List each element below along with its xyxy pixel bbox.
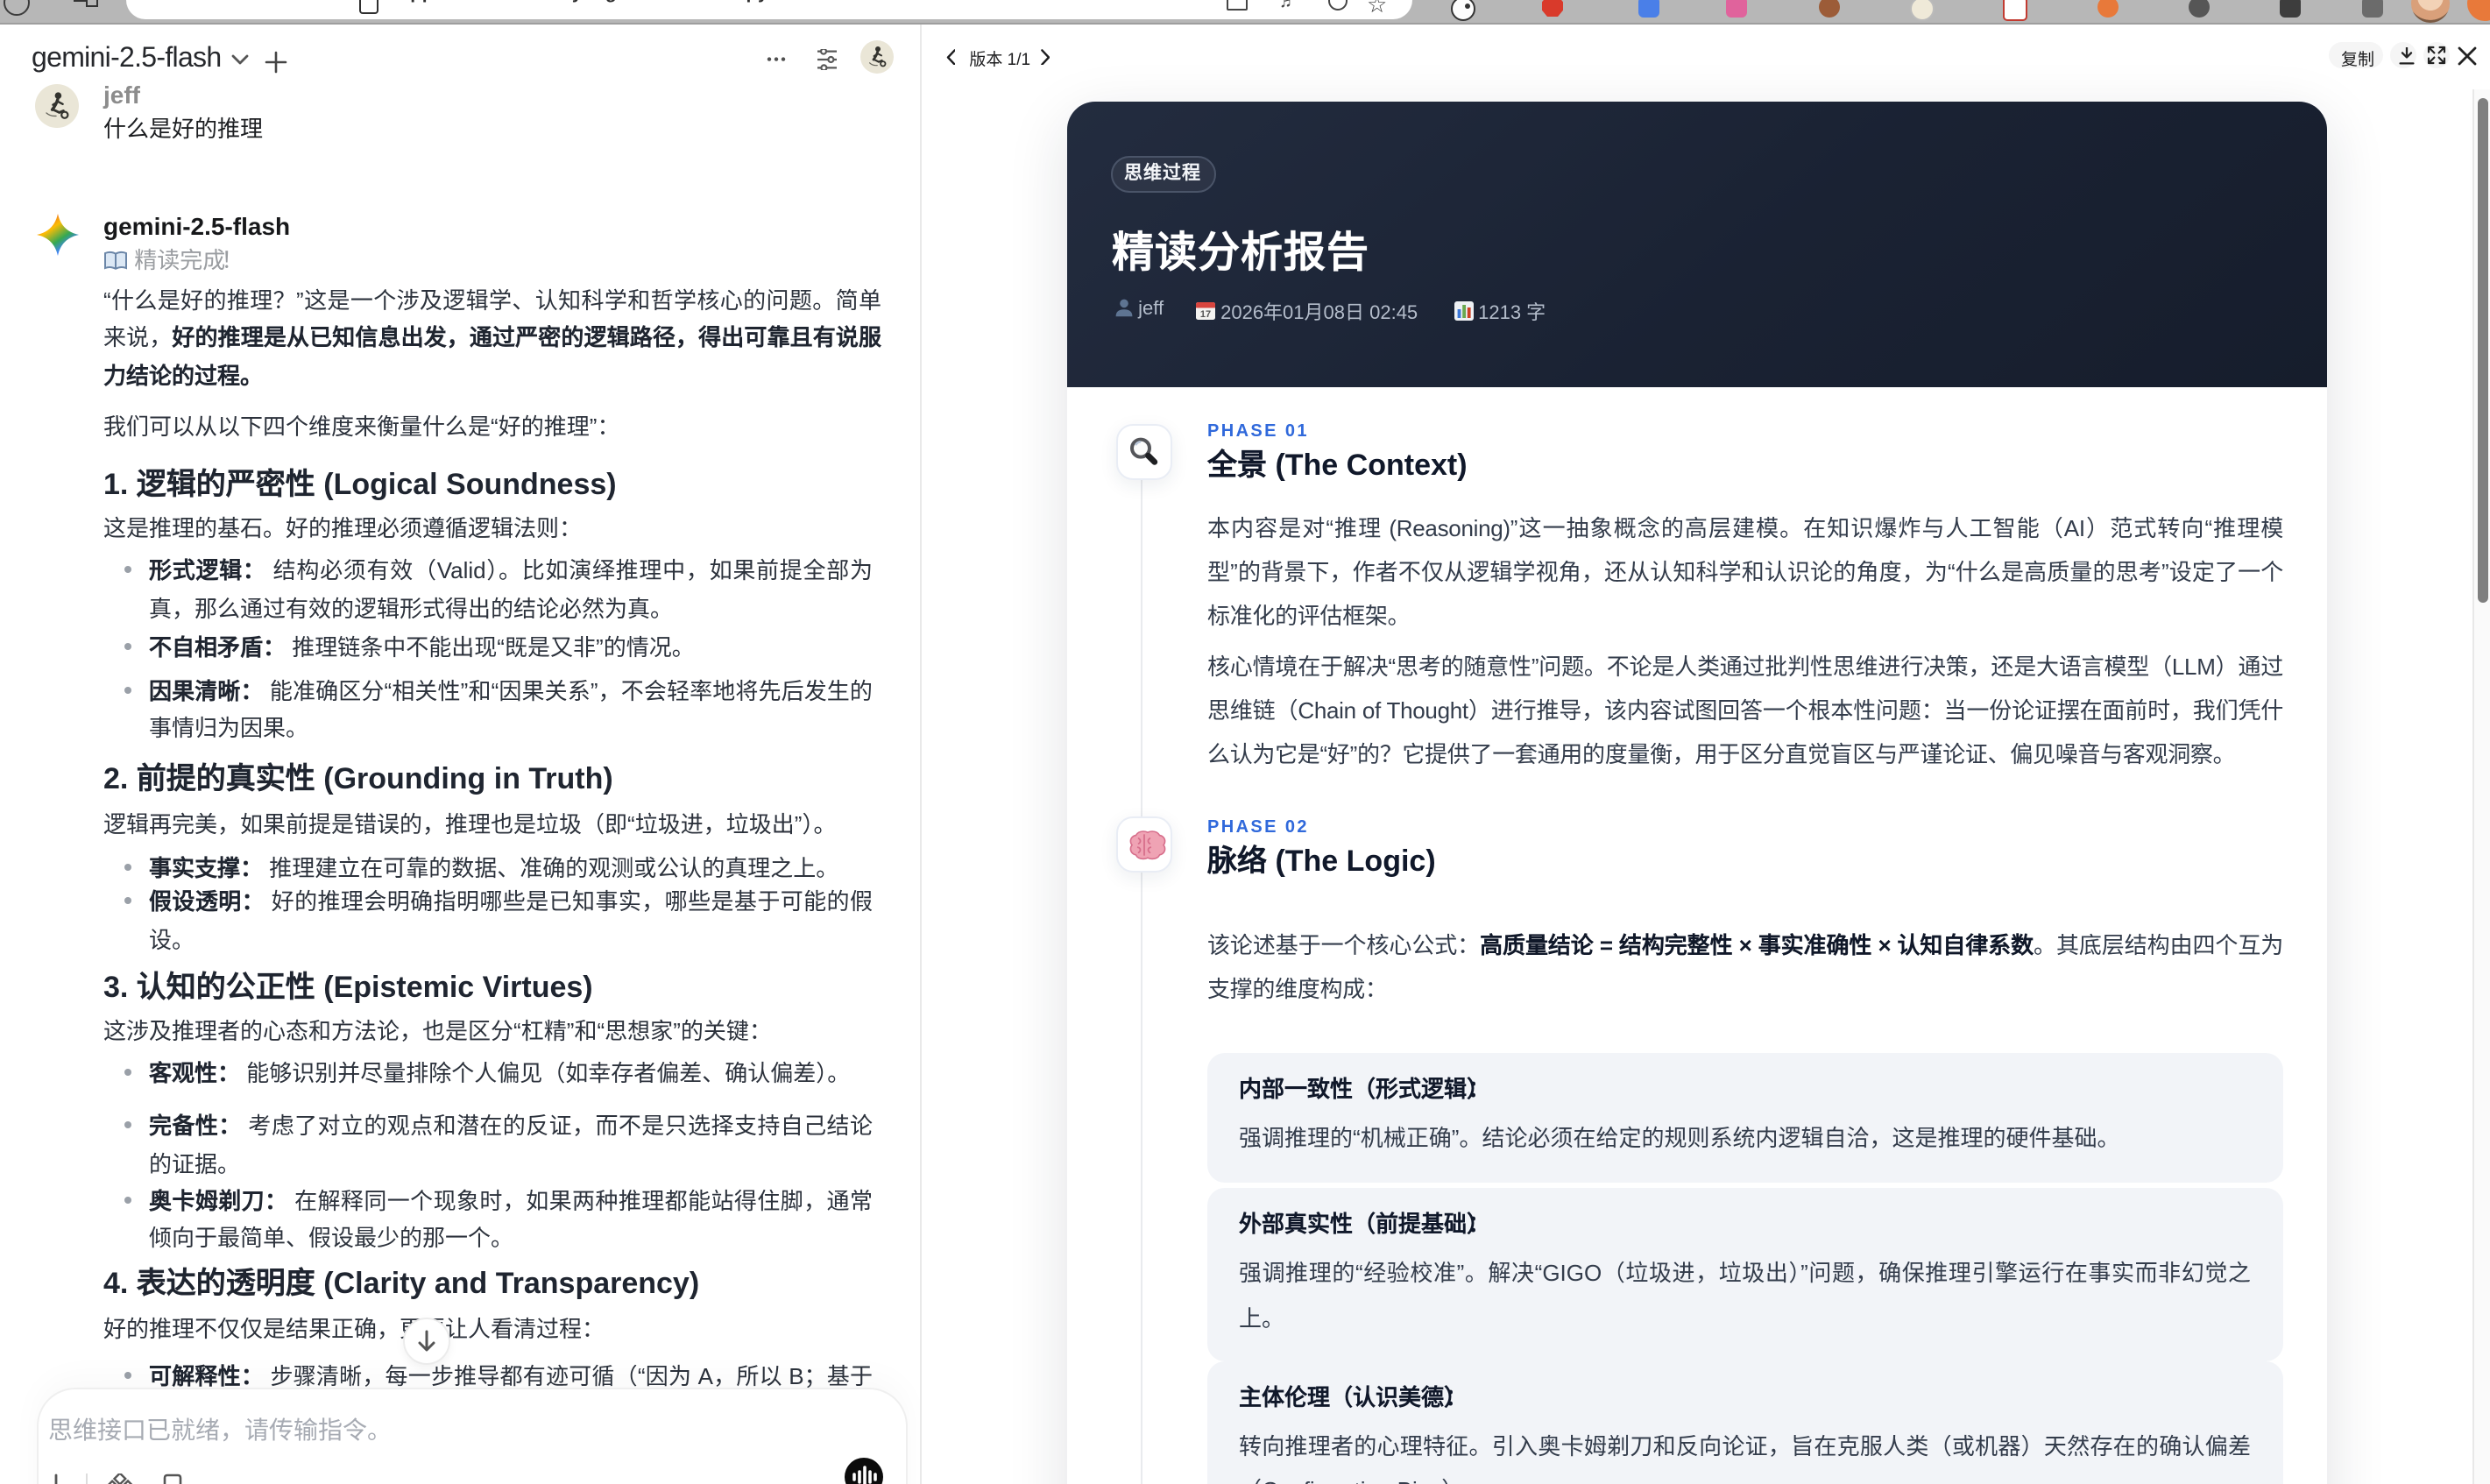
svg-text:17: 17 [1199, 309, 1210, 320]
